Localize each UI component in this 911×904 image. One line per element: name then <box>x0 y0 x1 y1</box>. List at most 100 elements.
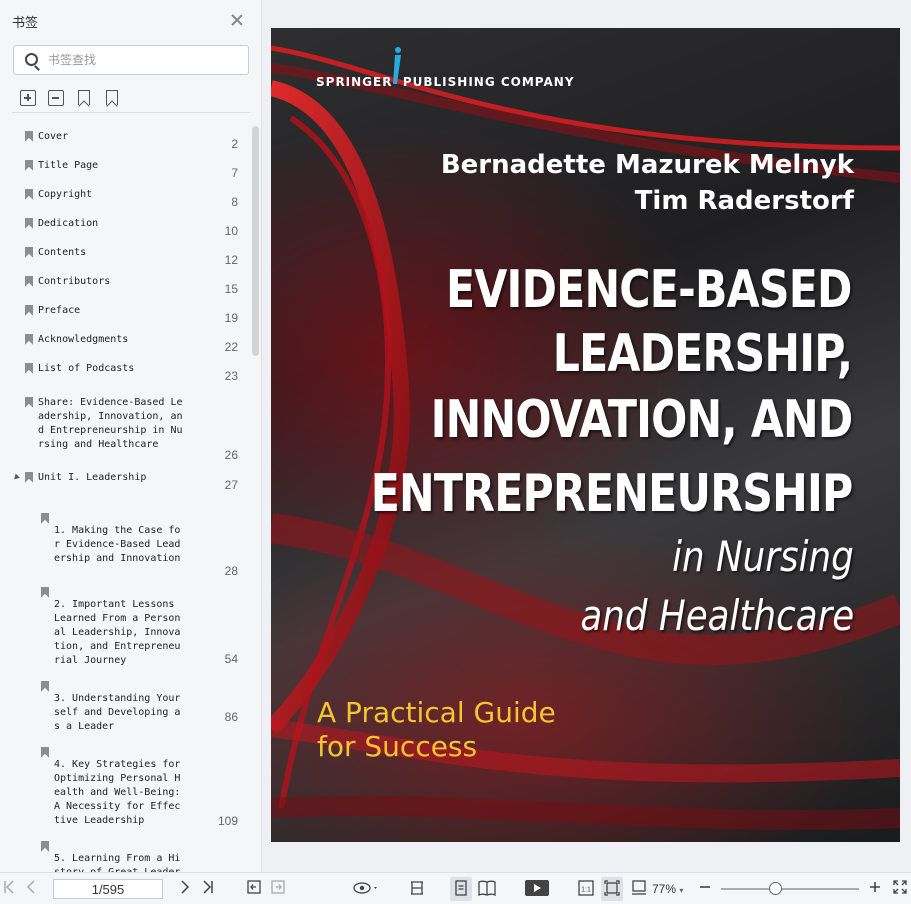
sidebar-scrollbar[interactable] <box>252 126 259 356</box>
close-icon[interactable] <box>229 12 245 28</box>
bookmark-label: List of Podcasts <box>38 363 135 374</box>
bookmark-label: 5. Learning From a Hi story of Great Lea… <box>54 853 181 872</box>
bookmark-label: Share: Evidence-Based Le adership, Innov… <box>38 397 183 450</box>
divider <box>12 112 250 113</box>
document-viewer: SPRINGER PUBLISHING COMPANY Bernadette M… <box>263 0 911 872</box>
bookmark-icon <box>25 472 33 483</box>
bookmark-page-number: 28 <box>224 564 238 578</box>
bookmark-page-number: 10 <box>224 224 238 238</box>
bookmark-icon <box>25 276 33 287</box>
bookmark-icon <box>41 681 49 692</box>
back-view-icon[interactable] <box>246 880 262 898</box>
bookmark-page-number: 54 <box>224 652 238 666</box>
fullscreen-icon[interactable] <box>892 880 908 898</box>
author-name: Bernadette Mazurek Melnyk <box>440 150 854 180</box>
first-page-icon[interactable] <box>2 880 16 898</box>
bookmark-label: Copyright <box>38 189 93 200</box>
bookmark-icon <box>41 587 49 598</box>
book-subtitle-line: in Nursing <box>672 532 854 581</box>
add-bookmark-icon[interactable] <box>78 90 90 105</box>
zoom-slider[interactable] <box>721 882 859 895</box>
search-icon <box>25 53 38 66</box>
fit-width-icon[interactable] <box>408 880 426 898</box>
bookmark-icon <box>41 747 49 758</box>
zoom-slider-handle[interactable] <box>769 882 782 895</box>
bookmark-page-number: 109 <box>217 814 238 828</box>
bookmark-icon <box>25 334 33 345</box>
eye-care-mode-icon[interactable] <box>352 880 380 898</box>
book-title-line: INNOVATION, AND <box>430 390 853 450</box>
bookmark-icon <box>41 513 49 524</box>
bookmark-label: 2. Important Lessons Learned From a Pers… <box>54 599 181 666</box>
bookmark-page-number: 23 <box>224 369 238 383</box>
book-tagline: for Success <box>317 730 478 763</box>
bookmark-page-number: 15 <box>224 282 238 296</box>
bookmark-icon <box>25 131 33 142</box>
sidebar-title: 书签 <box>12 15 39 30</box>
bookmark-icon <box>25 160 33 171</box>
expand-all-icon[interactable] <box>20 90 36 106</box>
bookmark-item[interactable]: 4. Key Strategies for Optimizing Persona… <box>0 746 250 828</box>
bookmark-list: Cover 2 Title Page 7 Copyright 8 Dedication 10 C… <box>0 118 250 872</box>
book-title-line: ENTREPRENEURSHIP <box>370 464 853 524</box>
bookmark-icon <box>25 247 33 258</box>
collapse-toggle-icon[interactable] <box>12 473 20 482</box>
bookmark-search-input[interactable] <box>48 50 243 70</box>
bookmark-page-number: 2 <box>231 137 238 151</box>
bookmark-icon <box>41 841 49 852</box>
next-page-icon[interactable] <box>178 880 192 898</box>
bookmark-label: Preface <box>38 305 81 316</box>
bookmark-page-number: 12 <box>224 253 238 267</box>
bookmark-label: 1. Making the Case fo r Evidence-Based L… <box>54 525 181 564</box>
bookmark-label: Title Page <box>38 160 99 171</box>
bookmark-sidebar: 书签 Cover 2 Title Page 7 Copyright 8 Dedication… <box>0 0 262 872</box>
bookmark-label: 3. Understanding Your self and Developin… <box>54 693 181 732</box>
bookmark-label: Unit I. Leadership <box>38 472 147 483</box>
book-title-line: EVIDENCE-BASED <box>446 260 852 320</box>
bookmark-search[interactable] <box>13 45 249 75</box>
bookmark-page-number: 27 <box>224 478 238 492</box>
bookmark-page-number: 19 <box>224 311 238 325</box>
bookmark-icon[interactable] <box>106 90 118 105</box>
zoom-in-icon[interactable] <box>868 880 882 898</box>
bottom-toolbar: 1:1 77% ▾ <box>0 872 911 904</box>
bookmark-page-number: 7 <box>231 166 238 180</box>
continuous-scroll-icon[interactable] <box>630 880 648 898</box>
book-tagline: A Practical Guide <box>317 696 556 729</box>
zoom-out-icon[interactable] <box>698 880 712 898</box>
bookmark-label: 4. Key Strategies for Optimizing Persona… <box>54 759 181 826</box>
bookmark-label: Contents <box>38 247 87 258</box>
forward-view-icon[interactable] <box>270 880 286 898</box>
two-page-icon[interactable] <box>478 880 496 898</box>
bookmark-icon <box>25 397 33 408</box>
bookmark-icon <box>25 218 33 229</box>
fit-page-icon[interactable] <box>604 880 620 898</box>
play-slideshow-icon[interactable] <box>525 880 549 898</box>
previous-page-icon[interactable] <box>24 880 38 898</box>
page-number-input[interactable] <box>53 879 163 899</box>
book-cover-page: SPRINGER PUBLISHING COMPANY Bernadette M… <box>271 28 900 842</box>
bookmark-item[interactable]: 5. Learning From a Hi story of Great Lea… <box>0 840 250 872</box>
bookmark-page-number: 22 <box>224 340 238 354</box>
bookmark-item[interactable]: 2. Important Lessons Learned From a Pers… <box>0 586 250 666</box>
bookmark-item[interactable]: 1. Making the Case fo r Evidence-Based L… <box>0 512 250 578</box>
bookmark-item[interactable]: 3. Understanding Your self and Developin… <box>0 680 250 740</box>
bookmark-icon <box>25 363 33 374</box>
bookmark-icon <box>25 189 33 200</box>
bookmark-label: Acknowledgments <box>38 334 129 345</box>
publisher-name: SPRINGER PUBLISHING COMPANY <box>316 75 575 89</box>
last-page-icon[interactable] <box>200 880 216 898</box>
bookmark-label: Contributors <box>38 276 111 287</box>
bookmark-item[interactable]: Share: Evidence-Based Le adership, Innov… <box>0 396 250 462</box>
actual-size-icon[interactable]: 1:1 <box>577 880 595 898</box>
bookmark-page-number: 26 <box>224 448 238 462</box>
single-page-icon[interactable] <box>453 880 469 898</box>
svg-text:1:1: 1:1 <box>581 887 591 894</box>
bookmark-page-number: 86 <box>224 710 238 724</box>
zoom-level[interactable]: 77% ▾ <box>652 880 683 900</box>
book-subtitle-line: and Healthcare <box>580 591 854 640</box>
bookmark-page-number: 8 <box>231 195 238 209</box>
bookmark-icon <box>25 305 33 316</box>
bookmark-label: Dedication <box>38 218 99 229</box>
collapse-all-icon[interactable] <box>48 90 64 106</box>
